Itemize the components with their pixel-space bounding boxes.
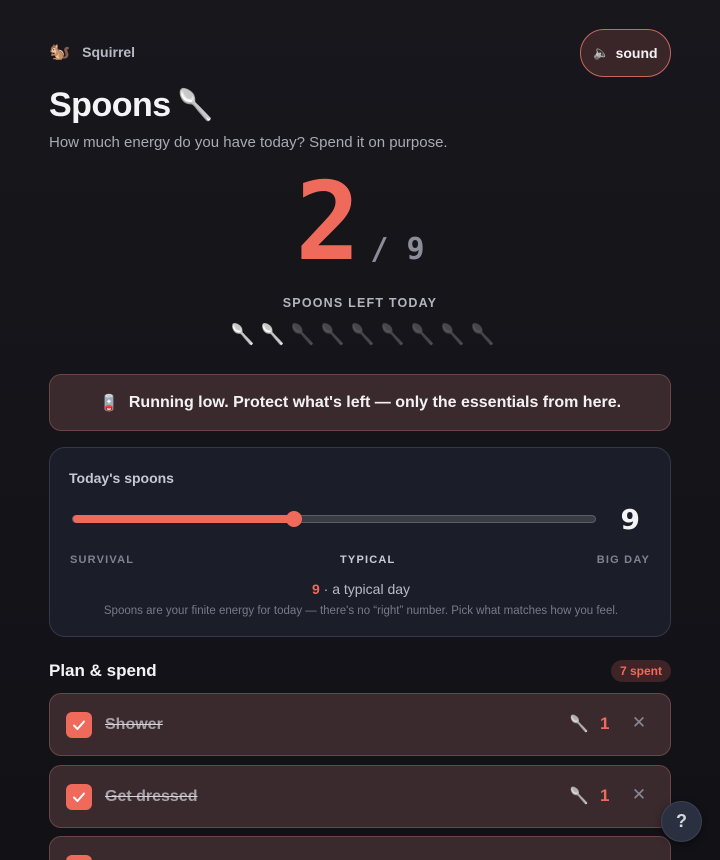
budget-summary-text: · a typical day: [323, 581, 411, 597]
spent-badge: 7 spent: [610, 660, 671, 682]
spoon-empty-icon: 🥄: [350, 324, 375, 346]
sound-button[interactable]: 🔈 sound: [580, 29, 671, 77]
budget-summary: 9 · a typical day: [50, 581, 672, 597]
low-battery-icon: 🪫: [98, 394, 119, 412]
check-icon: [73, 720, 85, 730]
spoon-empty-icon: 🥄: [380, 324, 405, 346]
task-checkbox[interactable]: [66, 855, 92, 860]
spoons-left-caption: SPOONS LEFT TODAY: [282, 296, 438, 310]
page-title-text: Spoons: [49, 86, 171, 124]
spoon-indicator-row: 🥄 🥄 🥄 🥄 🥄 🥄 🥄 🥄 🥄: [49, 322, 671, 347]
spoon-budget-slider[interactable]: [72, 511, 596, 527]
low-energy-alert: 🪫 Running low. Protect what's left — onl…: [49, 374, 671, 431]
scale-label-mid: TYPICAL: [340, 554, 396, 566]
budget-card: Today's spoons 9 SURVIVAL TYPICAL BIG DA…: [49, 447, 671, 637]
task-label: Shower: [105, 716, 163, 733]
budget-value: 9: [620, 503, 640, 536]
speaker-icon: 🔈: [593, 45, 610, 60]
spoon-icon: 🥄: [176, 89, 215, 122]
spoon-empty-icon: 🥄: [320, 324, 345, 346]
task-cost: 1: [600, 714, 610, 733]
check-icon: [73, 792, 85, 802]
task-item[interactable]: [49, 836, 671, 860]
spoons-remaining: 2: [295, 160, 361, 285]
spoon-counter: 2 / 9: [49, 163, 671, 283]
brand: 🐿️ Squirrel: [49, 42, 135, 62]
task-item[interactable]: Get dressed 🥄 1 ✕: [49, 765, 671, 828]
slider-thumb[interactable]: [285, 511, 302, 527]
budget-card-title: Today's spoons: [69, 470, 174, 486]
task-checkbox[interactable]: [66, 784, 92, 810]
brand-name: Squirrel: [82, 44, 136, 60]
spoon-cost-icon: 🥄: [569, 716, 589, 733]
help-button[interactable]: ?: [661, 801, 702, 842]
task-cost: 1: [600, 786, 610, 805]
spoon-empty-icon: 🥄: [290, 324, 315, 346]
task-checkbox[interactable]: [66, 712, 92, 738]
spoon-empty-icon: 🥄: [440, 324, 465, 346]
budget-summary-value: 9: [311, 581, 320, 597]
task-item[interactable]: Shower 🥄 1 ✕: [49, 693, 671, 756]
spoon-empty-icon: 🥄: [470, 324, 495, 346]
scale-label-low: SURVIVAL: [70, 554, 135, 566]
squirrel-icon: 🐿️: [49, 42, 71, 61]
remove-task-icon[interactable]: ✕: [630, 785, 648, 805]
spoon-cost-icon: 🥄: [569, 788, 589, 805]
page-title: Spoons 🥄: [49, 86, 214, 125]
sound-button-label: sound: [615, 45, 658, 61]
task-label: Get dressed: [105, 788, 198, 805]
spoon-empty-icon: 🥄: [410, 324, 435, 346]
remove-task-icon[interactable]: ✕: [630, 713, 648, 733]
alert-text: Running low. Protect what's left — only …: [128, 393, 622, 411]
page-subtitle: How much energy do you have today? Spend…: [49, 134, 448, 151]
spoons-total: / 9: [370, 232, 425, 267]
spoon-filled-icon: 🥄: [260, 324, 285, 346]
budget-note: Spoons are your finite energy for today …: [103, 605, 619, 617]
slider-fill: [73, 515, 294, 523]
scale-label-high: BIG DAY: [596, 554, 650, 566]
spoon-filled-icon: 🥄: [230, 324, 255, 346]
plan-title: Plan & spend: [49, 661, 157, 680]
